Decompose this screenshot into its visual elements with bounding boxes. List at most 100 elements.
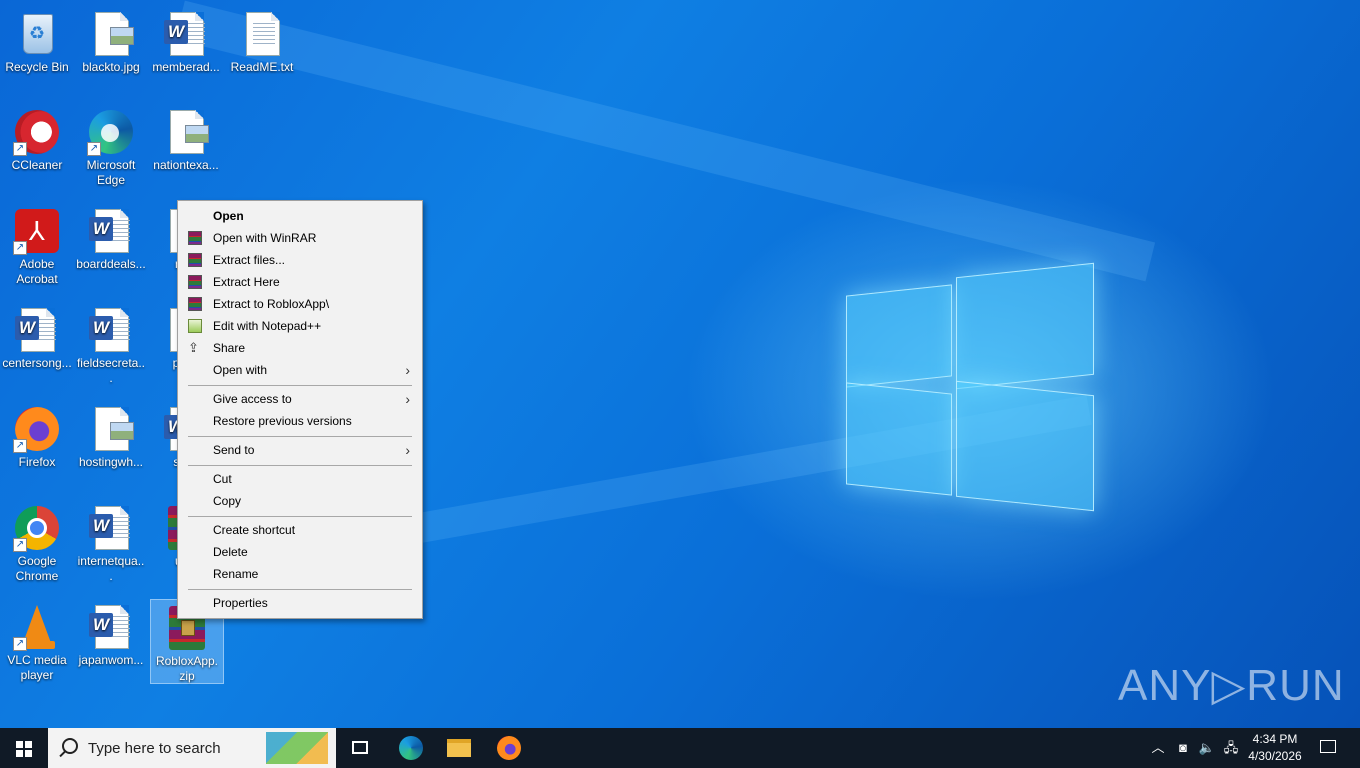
winrar-icon [188, 297, 202, 311]
desktop-icon-vlc[interactable]: ↗ VLC media player [0, 599, 74, 683]
menu-item-delete[interactable]: Delete [180, 541, 420, 563]
menu-item-give-access-to[interactable]: Give access to › [180, 388, 420, 410]
desktop-icon-internetqua[interactable]: W internetqua... [74, 500, 148, 584]
icon-label: nationtexa... [153, 158, 219, 172]
menu-item-properties[interactable]: Properties [180, 592, 420, 614]
menu-separator [188, 436, 412, 437]
desktop-icon-fieldsecreta[interactable]: W fieldsecreta... [74, 302, 148, 386]
context-menu: Open Open with WinRAR Extract files... E… [177, 200, 423, 619]
taskbar-clock[interactable]: 4:34 PM 4/30/2026 [1246, 731, 1304, 765]
desktop-icon-blackto[interactable]: blackto.jpg [74, 6, 148, 75]
menu-item-send-to[interactable]: Send to › [180, 439, 420, 461]
desktop-icon-readme-txt[interactable]: ReadME.txt [225, 6, 299, 75]
menu-item-label: Open with [213, 363, 268, 377]
image-file-icon [87, 10, 135, 58]
action-center-button[interactable] [1310, 728, 1346, 768]
winrar-icon [188, 253, 202, 267]
menu-item-open[interactable]: Open [180, 205, 420, 227]
icon-label: centersong... [2, 356, 72, 370]
task-view-button[interactable] [336, 728, 384, 768]
word-document-icon: W [87, 504, 135, 552]
recycle-bin-icon: ♻ [13, 10, 61, 58]
network-icon[interactable]: 🖧 [1220, 728, 1242, 768]
menu-item-label: Rename [213, 567, 259, 581]
menu-item-label: Share [213, 341, 246, 355]
menu-item-restore-previous-versions[interactable]: Restore previous versions [180, 410, 420, 432]
menu-item-copy[interactable]: Copy [180, 490, 420, 512]
menu-item-label: Cut [213, 472, 232, 486]
menu-item-label: Copy [213, 494, 242, 508]
volume-icon[interactable]: 🔈 [1196, 728, 1218, 768]
icon-label: Google Chrome [15, 554, 59, 583]
word-document-icon: W [87, 603, 135, 651]
desktop-icon-centersong[interactable]: W centersong... [0, 302, 74, 371]
chrome-icon: ↗ [13, 504, 61, 552]
word-document-icon: W [13, 306, 61, 354]
chevron-right-icon: › [405, 391, 410, 407]
menu-separator [188, 465, 412, 466]
menu-item-label: Properties [213, 596, 268, 610]
task-view-icon [352, 741, 368, 754]
search-highlight-art [266, 732, 328, 764]
menu-item-create-shortcut[interactable]: Create shortcut [180, 519, 420, 541]
vlc-cone-icon: ↗ [13, 603, 61, 651]
menu-item-label: Give access to [213, 392, 292, 406]
taskbar-search-box[interactable]: Type here to search [48, 728, 336, 768]
desktop-icon-google-chrome[interactable]: ↗ Google Chrome [0, 500, 74, 584]
desktop-icon-boarddeals[interactable]: W boarddeals... [74, 203, 148, 272]
edge-icon [399, 736, 423, 760]
menu-item-extract-here[interactable]: Extract Here [180, 271, 420, 293]
word-document-icon: W [87, 207, 135, 255]
icon-label: CCleaner [11, 158, 63, 172]
desktop-icon-adobe-acrobat[interactable]: ⅄ ↗ Adobe Acrobat [0, 203, 74, 287]
icon-label: Recycle Bin [5, 60, 69, 74]
meet-now-icon[interactable]: ◙ [1172, 728, 1194, 768]
menu-item-label: Extract to RobloxApp\ [213, 297, 330, 311]
search-icon-handle [59, 750, 66, 758]
icon-label: blackto.jpg [82, 60, 140, 74]
word-document-icon: W [162, 10, 210, 58]
clock-date: 4/30/2026 [1248, 749, 1302, 763]
taskbar-firefox[interactable] [485, 728, 533, 768]
menu-item-extract-files[interactable]: Extract files... [180, 249, 420, 271]
menu-item-edit-with-notepadpp[interactable]: Edit with Notepad++ [180, 315, 420, 337]
show-hidden-icons-chevron-up-icon[interactable]: ︿ [1146, 728, 1170, 768]
menu-item-extract-to-robloxapp[interactable]: Extract to RobloxApp\ [180, 293, 420, 315]
desktop-icon-firefox[interactable]: ↗ Firefox [0, 401, 74, 470]
edge-icon: ↗ [87, 108, 135, 156]
desktop-icon-nationtexa[interactable]: nationtexa... [149, 104, 223, 173]
menu-item-label: Delete [213, 545, 248, 559]
desktop-icon-ccleaner[interactable]: ↗ CCleaner [0, 104, 74, 173]
desktop-icon-microsoft-edge[interactable]: ↗ Microsoft Edge [74, 104, 148, 188]
desktop-icon-recycle-bin[interactable]: ♻ Recycle Bin [0, 6, 74, 75]
taskbar-file-explorer[interactable] [435, 728, 483, 768]
icon-label: internetqua... [77, 554, 145, 583]
menu-item-open-with-winrar[interactable]: Open with WinRAR [180, 227, 420, 249]
menu-item-label: Open [213, 209, 244, 223]
menu-item-rename[interactable]: Rename [180, 563, 420, 585]
anyrun-watermark: ANY▷RUN [1118, 661, 1345, 710]
desktop-icon-japanwom[interactable]: W japanwom... [74, 599, 148, 668]
menu-item-cut[interactable]: Cut [180, 468, 420, 490]
notepadpp-icon [188, 319, 202, 333]
start-button[interactable] [0, 728, 48, 768]
desktop[interactable]: ♻ Recycle Bin ↗ CCleaner ⅄ ↗ Adobe Acrob… [0, 0, 1360, 728]
menu-item-label: Open with WinRAR [213, 231, 317, 245]
clock-time: 4:34 PM [1252, 732, 1298, 746]
desktop-icon-hostingwh[interactable]: hostingwh... [74, 401, 148, 470]
taskbar-edge[interactable] [387, 728, 435, 768]
menu-item-open-with[interactable]: Open with › [180, 359, 420, 381]
windows-start-icon [16, 741, 32, 757]
desktop-icon-memberad[interactable]: W memberad... [149, 6, 223, 75]
menu-item-share[interactable]: ⇪ Share [180, 337, 420, 359]
menu-item-label: Extract Here [213, 275, 280, 289]
image-file-icon [87, 405, 135, 453]
share-icon: ⇪ [188, 340, 199, 355]
icon-label: memberad... [152, 60, 220, 74]
icon-label: fieldsecreta... [76, 356, 146, 385]
chevron-right-icon: › [405, 442, 410, 458]
menu-item-label: Restore previous versions [213, 414, 352, 428]
folder-icon [447, 739, 471, 757]
firefox-icon: ↗ [13, 405, 61, 453]
icon-label: ReadME.txt [230, 60, 294, 74]
